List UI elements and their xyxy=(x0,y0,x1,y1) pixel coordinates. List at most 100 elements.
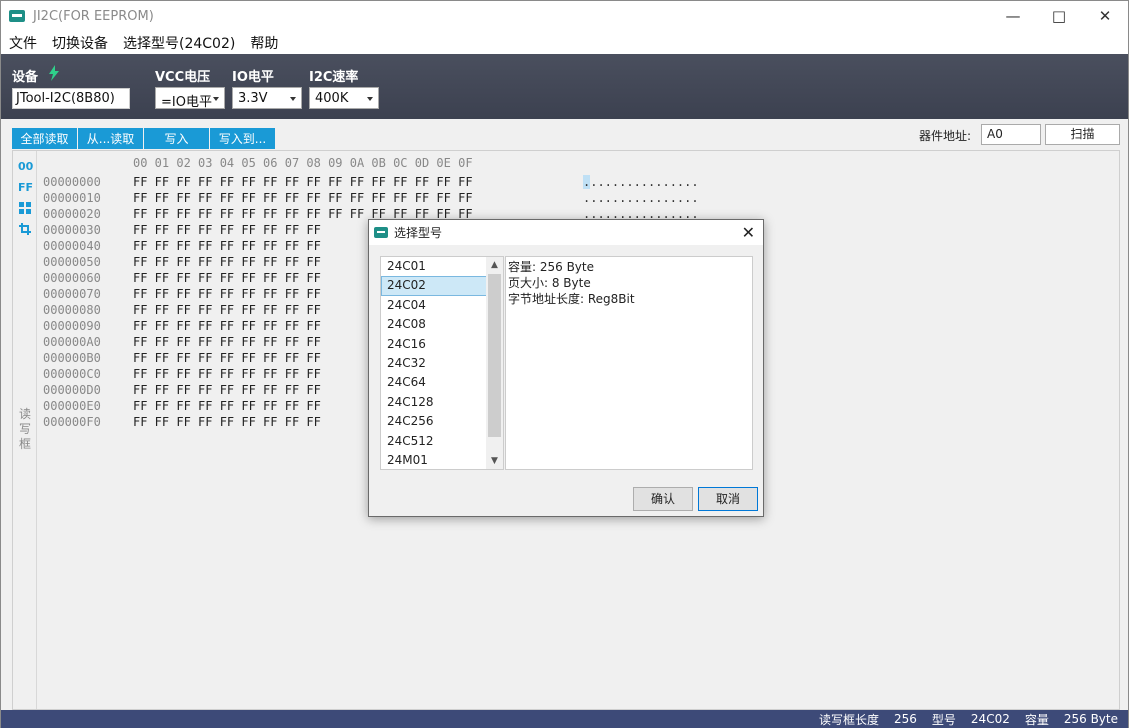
chevron-up-icon[interactable]: ▲ xyxy=(486,257,503,273)
row-address: 000000D0 xyxy=(43,383,101,397)
scrollbar[interactable]: ▲ ▼ xyxy=(486,257,503,469)
chevron-down-icon xyxy=(367,97,373,101)
row-address: 00000010 xyxy=(43,191,101,205)
model-list-item[interactable]: 24C01 xyxy=(381,257,503,276)
info-capacity: 容量: 256 Byte xyxy=(508,260,594,274)
row-bytes[interactable]: FF FF FF FF FF FF FF FF FF xyxy=(133,383,321,397)
device-field[interactable]: JTool-I2C(8B80) xyxy=(12,88,130,109)
model-list-item[interactable]: 24C128 xyxy=(381,393,503,412)
menu-select-model[interactable]: 选择型号(24C02) xyxy=(115,33,242,53)
read-from-button[interactable]: 从...读取 xyxy=(78,128,143,149)
row-address: 00000040 xyxy=(43,239,101,253)
vcc-label: VCC电压 xyxy=(155,70,211,85)
row-address: 00000060 xyxy=(43,271,101,285)
model-list-item[interactable]: 24C02 xyxy=(381,276,503,296)
app-window: JI2C(FOR EEPROM) — □ ✕ 文件 切换设备 选择型号(24C0… xyxy=(0,0,1129,728)
status-bar: 读写框长度 256 型号 24C02 容量 256 Byte xyxy=(1,710,1128,728)
info-address-length: 字节地址长度: Reg8Bit xyxy=(508,292,635,306)
menu-help[interactable]: 帮助 xyxy=(242,33,285,53)
rw-length-value: 256 xyxy=(894,712,917,726)
write-button[interactable]: 写入 xyxy=(144,128,209,149)
scan-button[interactable]: 扫描 xyxy=(1045,124,1120,145)
hex-row: 000000D0 FF FF FF FF FF FF FF FF FF xyxy=(43,383,321,399)
row-bytes[interactable]: FF FF FF FF FF FF FF FF FF xyxy=(133,399,321,413)
row-bytes[interactable]: FF FF FF FF FF FF FF FF FF xyxy=(133,287,321,301)
read-all-button[interactable]: 全部读取 xyxy=(12,128,77,149)
scrollbar-thumb[interactable] xyxy=(488,274,501,437)
hex-row: 00000010 FF FF FF FF FF FF FF FF FF FF FF… xyxy=(43,191,699,207)
model-list[interactable]: 24C01 24C02 24C04 24C08 24C16 24C32 24C64 24C12… xyxy=(380,256,504,470)
rate-select[interactable]: 400K xyxy=(309,87,379,109)
row-address: 000000A0 xyxy=(43,335,101,349)
row-address: 00000050 xyxy=(43,255,101,269)
row-address: 000000F0 xyxy=(43,415,101,429)
model-list-item[interactable]: 24C64 xyxy=(381,373,503,392)
hex-row: 000000F0 FF FF FF FF FF FF FF FF FF xyxy=(43,415,321,431)
rate-label: I2C速率 xyxy=(309,70,359,85)
hex-row: 00000060 FF FF FF FF FF FF FF FF FF xyxy=(43,271,321,287)
io-select[interactable]: 3.3V xyxy=(232,87,302,109)
close-icon[interactable]: ✕ xyxy=(742,223,755,242)
chevron-down-icon[interactable]: ▼ xyxy=(486,453,503,469)
hex-row: 000000B0 FF FF FF FF FF FF FF FF FF xyxy=(43,351,321,367)
ok-button[interactable]: 确认 xyxy=(633,487,693,511)
row-bytes[interactable]: FF FF FF FF FF FF FF FF FF xyxy=(133,367,321,381)
row-bytes[interactable]: FF FF FF FF FF FF FF FF FF xyxy=(133,303,321,317)
crop-icon[interactable] xyxy=(19,223,31,235)
row-bytes[interactable]: FF FF FF FF FF FF FF FF FF FF FF FF FF F… xyxy=(133,175,473,189)
row-bytes[interactable]: FF FF FF FF FF FF FF FF FF xyxy=(133,223,321,237)
model-info-panel: 容量: 256 Byte 页大小: 8 Byte 字节地址长度: Reg8Bit xyxy=(505,256,753,470)
chevron-down-icon xyxy=(290,97,296,101)
model-list-item[interactable]: 24C512 xyxy=(381,432,503,451)
model-list-item[interactable]: 24C256 xyxy=(381,412,503,431)
cancel-button[interactable]: 取消 xyxy=(698,487,758,511)
model-list-item[interactable]: 24C08 xyxy=(381,315,503,334)
text-cursor: . xyxy=(583,175,591,189)
hex-row: 00000080 FF FF FF FF FF FF FF FF FF xyxy=(43,303,321,319)
side-toolbar: 00 FF 读写框 xyxy=(13,151,37,709)
row-bytes[interactable]: FF FF FF FF FF FF FF FF FF xyxy=(133,335,321,349)
io-value: 3.3V xyxy=(238,91,268,106)
row-bytes[interactable]: FF FF FF FF FF FF FF FF FF xyxy=(133,271,321,285)
write-to-button[interactable]: 写入到... xyxy=(210,128,275,149)
row-bytes[interactable]: FF FF FF FF FF FF FF FF FF xyxy=(133,415,321,429)
hex-row: 00000070 FF FF FF FF FF FF FF FF FF xyxy=(43,287,321,303)
row-address: 00000080 xyxy=(43,303,101,317)
menu-file[interactable]: 文件 xyxy=(1,33,44,53)
model-list-item[interactable]: 24C04 xyxy=(381,296,503,315)
vcc-value: =IO电平 xyxy=(161,95,212,110)
hex-row: 00000040 FF FF FF FF FF FF FF FF FF xyxy=(43,239,321,255)
row-address: 00000020 xyxy=(43,207,101,221)
row-bytes[interactable]: FF FF FF FF FF FF FF FF FF xyxy=(133,239,321,253)
capacity-label: 容量 xyxy=(1024,712,1049,727)
model-list-item[interactable]: 24M01 xyxy=(381,451,503,469)
hex-row: 000000A0 FF FF FF FF FF FF FF FF FF xyxy=(43,335,321,351)
fill-ff-icon[interactable]: FF xyxy=(18,181,33,194)
dialog-title: 选择型号 xyxy=(394,226,443,240)
title-bar: JI2C(FOR EEPROM) — □ ✕ xyxy=(1,1,1128,31)
row-bytes[interactable]: FF FF FF FF FF FF FF FF FF FF FF FF FF F… xyxy=(133,191,473,205)
row-bytes[interactable]: FF FF FF FF FF FF FF FF FF xyxy=(133,255,321,269)
vcc-select[interactable]: =IO电平 xyxy=(155,87,225,110)
row-bytes[interactable]: FF FF FF FF FF FF FF FF FF xyxy=(133,351,321,365)
close-button[interactable]: ✕ xyxy=(1082,1,1128,31)
fill-00-icon[interactable]: 00 xyxy=(18,160,33,173)
rw-length-label: 读写框长度 xyxy=(818,712,879,727)
row-ascii[interactable]: ................ xyxy=(583,191,699,205)
row-address: 00000070 xyxy=(43,287,101,301)
device-label: 设备 xyxy=(12,70,39,85)
row-ascii[interactable]: ................ xyxy=(583,175,699,189)
device-address-input[interactable]: A0 xyxy=(981,124,1041,145)
row-bytes[interactable]: FF FF FF FF FF FF FF FF FF xyxy=(133,319,321,333)
maximize-button[interactable]: □ xyxy=(1036,1,1082,31)
grid-icon[interactable] xyxy=(19,202,31,214)
row-address: 00000000 xyxy=(43,175,101,189)
rate-value: 400K xyxy=(315,91,349,106)
capacity-value: 256 Byte xyxy=(1063,712,1118,726)
model-list-item[interactable]: 24C32 xyxy=(381,354,503,373)
model-list-item[interactable]: 24C16 xyxy=(381,335,503,354)
menu-switch-device[interactable]: 切换设备 xyxy=(44,33,115,53)
minimize-button[interactable]: — xyxy=(990,1,1036,31)
model-value: 24C02 xyxy=(970,712,1010,726)
hex-row: 00000050 FF FF FF FF FF FF FF FF FF xyxy=(43,255,321,271)
